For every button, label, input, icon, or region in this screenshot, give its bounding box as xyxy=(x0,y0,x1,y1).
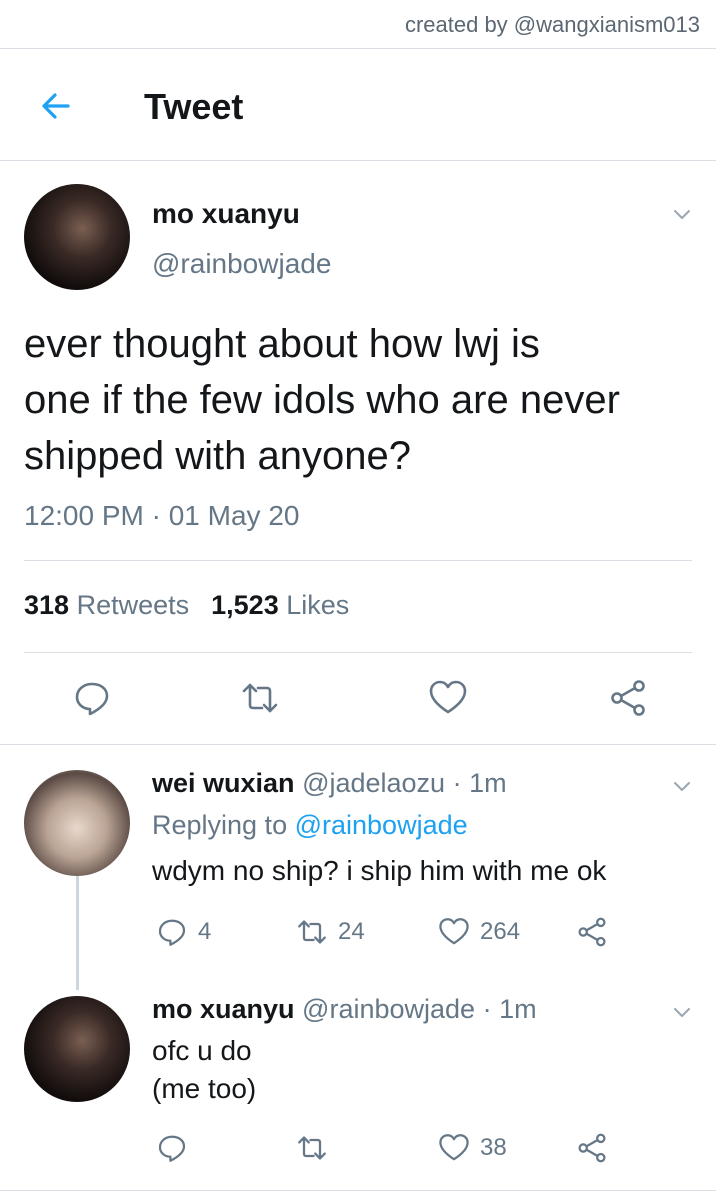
tweet-text-line: shipped with anyone? xyxy=(24,434,411,478)
reply-text-line: (me too) xyxy=(152,1073,257,1104)
author-name[interactable]: mo xuanyu xyxy=(152,994,295,1024)
reply-text: wdym no ship? i ship him with me ok xyxy=(152,855,607,886)
reply-icon xyxy=(158,919,186,946)
divider xyxy=(24,652,692,653)
header-bar: Tweet xyxy=(0,72,716,144)
divider xyxy=(0,1190,716,1191)
share-icon xyxy=(578,917,606,947)
retweet-icon xyxy=(298,920,326,944)
like-label: Likes xyxy=(286,590,350,620)
author-name[interactable]: mo xuanyu xyxy=(152,198,300,230)
author-name[interactable]: wei wuxian xyxy=(152,768,295,798)
divider xyxy=(0,48,716,49)
reply-action[interactable] xyxy=(156,1132,188,1164)
author-handle[interactable]: @rainbowjade xyxy=(152,248,331,280)
retweet-icon[interactable] xyxy=(240,678,280,718)
like-count: 1,523 xyxy=(211,590,279,620)
retweet-action[interactable]: 24 xyxy=(296,916,365,948)
tweet-stats: 318 Retweets 1,523 Likes xyxy=(24,590,349,621)
avatar[interactable] xyxy=(24,184,130,290)
reply-text: ofc u do (me too) xyxy=(152,1032,256,1108)
avatar[interactable] xyxy=(24,770,130,876)
reply-header: wei wuxian @jadelaozu · 1m xyxy=(152,768,507,799)
avatar[interactable] xyxy=(24,996,130,1102)
reply-icon[interactable] xyxy=(72,678,112,718)
share-action[interactable] xyxy=(576,916,608,948)
share-icon xyxy=(578,1133,606,1163)
share-action[interactable] xyxy=(576,1132,608,1164)
replying-prefix: Replying to xyxy=(152,810,288,840)
like-action[interactable]: 38 xyxy=(438,1132,507,1164)
reply-count: 4 xyxy=(198,918,212,945)
replying-mention[interactable]: @rainbowjade xyxy=(295,810,468,840)
retweet-icon xyxy=(298,1136,326,1160)
reply-time: · 1m xyxy=(452,768,507,798)
retweet-label: Retweets xyxy=(76,590,190,620)
author-handle[interactable]: @jadelaozu xyxy=(302,768,445,798)
divider xyxy=(24,560,692,561)
reply-icon xyxy=(158,1135,186,1162)
retweet-action[interactable] xyxy=(296,1132,328,1164)
page-title: Tweet xyxy=(144,86,244,127)
chevron-down-icon[interactable] xyxy=(670,202,694,226)
retweet-count: 318 xyxy=(24,590,70,620)
retweet-count: 24 xyxy=(338,918,365,945)
reply-time: · 1m xyxy=(482,994,537,1024)
back-arrow-icon[interactable] xyxy=(36,86,76,126)
like-action[interactable]: 264 xyxy=(438,916,520,948)
chevron-down-icon[interactable] xyxy=(670,774,694,798)
retweet-stat[interactable]: 318 Retweets xyxy=(24,590,189,620)
tweet-timestamp[interactable]: 12:00 PM · 01 May 20 xyxy=(24,500,299,532)
reply-text-line: ofc u do xyxy=(152,1035,252,1066)
like-count: 38 xyxy=(480,1134,507,1161)
thread-line xyxy=(76,876,79,990)
like-icon xyxy=(439,1134,469,1161)
like-icon[interactable] xyxy=(428,678,468,718)
like-icon xyxy=(439,918,469,945)
replying-to: Replying to @rainbowjade xyxy=(152,810,468,841)
author-handle[interactable]: @rainbowjade xyxy=(302,994,475,1024)
divider xyxy=(0,744,716,745)
tweet-text-line: one if the few idols who are never xyxy=(24,378,620,422)
share-icon[interactable] xyxy=(608,678,648,718)
divider xyxy=(0,160,716,161)
tweet-text-line: ever thought about how lwj is xyxy=(24,322,540,366)
tweet-text: ever thought about how lwj is one if the… xyxy=(24,316,694,484)
credit-text: created by @wangxianism013 xyxy=(404,12,700,37)
chevron-down-icon[interactable] xyxy=(670,1000,694,1024)
reply-header: mo xuanyu @rainbowjade · 1m xyxy=(152,994,537,1025)
reply-action[interactable]: 4 xyxy=(156,916,211,948)
like-count: 264 xyxy=(480,918,521,945)
like-stat[interactable]: 1,523 Likes xyxy=(211,590,349,620)
